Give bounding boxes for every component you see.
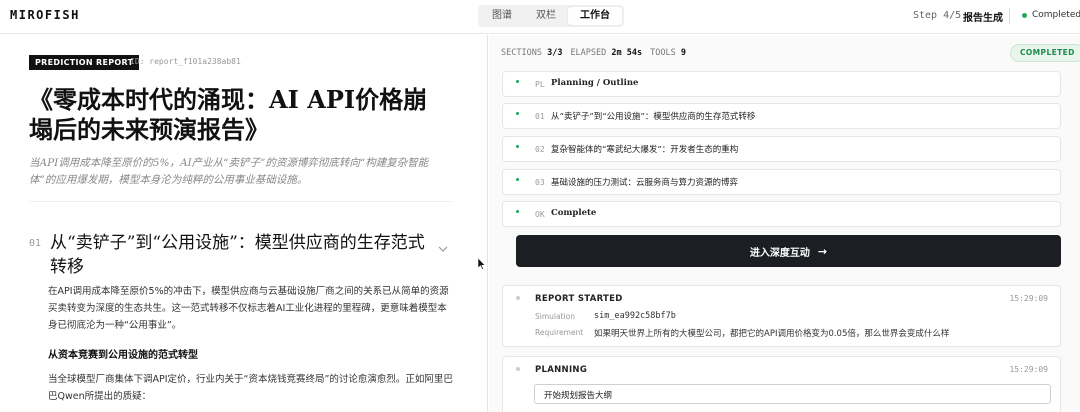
simulation-value: sim_ea992c58bf7b: [594, 311, 676, 321]
outline-item-number: 03: [535, 178, 545, 187]
cta-label: 进入深度互动: [749, 247, 810, 259]
timeline-dot-icon: [516, 296, 520, 300]
top-bar: MIROFISH 图谱 双栏 工作台 Step 4/5 报告生成 Complet…: [0, 0, 1080, 34]
outline-item-label: Planning / Outline: [551, 78, 639, 88]
app-logo[interactable]: MIROFISH: [10, 8, 80, 22]
arrow-right-icon: →: [817, 244, 828, 258]
timeline-dot-icon: [516, 367, 520, 371]
outline-item-number: 01: [535, 112, 545, 121]
outline-item-01[interactable]: 01 从“卖铲子”到“公用设施”：模型供应商的生存范式转移: [502, 103, 1061, 129]
status-dot-icon: [516, 145, 519, 148]
tools-label: TOOLS: [650, 48, 676, 58]
outline-item-complete[interactable]: OK Complete: [502, 201, 1061, 227]
report-badge: PREDICTION REPORT: [29, 55, 140, 70]
chevron-down-icon[interactable]: [438, 245, 448, 253]
log-title: REPORT STARTED: [535, 294, 623, 304]
outline-item-label: 复杂智能体的“寒武纪大爆发”：开发者生态的重构: [551, 145, 739, 155]
outline-item-label: 从“卖铲子”到“公用设施”：模型供应商的生存范式转移: [551, 112, 756, 122]
tab-workbench[interactable]: 工作台: [568, 7, 622, 25]
simulation-label: Simulation: [535, 312, 575, 321]
log-time: 15:29:09: [1009, 294, 1048, 303]
elapsed-value: 2m 54s: [611, 48, 643, 58]
log-title: PLANNING: [535, 365, 588, 375]
enter-deep-interaction-button[interactable]: 进入深度互动 →: [516, 235, 1061, 267]
status-text: Completed: [1032, 10, 1080, 20]
outline-item-number: 02: [535, 145, 545, 154]
status-indicator: Completed: [1022, 10, 1080, 20]
log-report-started: REPORT STARTED 15:29:09 Simulation sim_e…: [502, 285, 1061, 347]
report-id: ID: report_f101a238ab81: [130, 57, 241, 66]
tools-value: 9: [680, 48, 686, 58]
step-indicator: Step 4/5: [913, 10, 962, 21]
status-dot-icon: [516, 178, 519, 181]
divider: [29, 201, 452, 202]
status-dot-icon: [516, 112, 519, 115]
section-paragraph-2: 当全球模型厂商集体下调API定价，行业内关于“资本烧钱竞赛终局”的讨论愈演愈烈。…: [48, 374, 453, 402]
outline-item-02[interactable]: 02 复杂智能体的“寒武纪大爆发”：开发者生态的重构: [502, 136, 1061, 162]
elapsed-label: ELAPSED: [570, 48, 607, 58]
status-dot-icon: [1022, 12, 1027, 18]
section-number: 01: [29, 238, 42, 249]
log-time: 15:29:09: [1009, 365, 1048, 374]
tab-graph[interactable]: 图谱: [480, 7, 524, 25]
section-title[interactable]: 从“卖铲子”到“公用设施”：模型供应商的生存范式转移: [50, 231, 430, 279]
status-dot-icon: [516, 80, 519, 83]
completed-badge: COMPLETED: [1010, 44, 1080, 62]
report-title: 《零成本时代的涌现：AI API价格崩塌后的未来预演报告》: [29, 85, 428, 144]
outline-item-03[interactable]: 03 基础设施的压力测试：云服务商与算力资源的博弈: [502, 169, 1061, 195]
sections-label: SECTIONS: [501, 48, 542, 58]
outline-item-number: PL: [535, 80, 545, 89]
outline-item-label: Complete: [551, 208, 597, 218]
requirement-label: Requirement: [535, 328, 584, 337]
progress-stats: SECTIONS 3/3 ELAPSED 2m 54s TOOLS 9: [501, 48, 686, 58]
outline-item-number: OK: [535, 210, 545, 219]
section-paragraph: 在API调用成本降至原价5%的冲击下，模型供应商与云基础设施厂商之间的关系已从简…: [48, 286, 449, 331]
header-divider: [1009, 8, 1010, 24]
log-planning: PLANNING 15:29:09 开始规划报告大纲: [502, 356, 1061, 412]
mouse-cursor-icon: [478, 258, 486, 270]
outline-item-planning[interactable]: PL Planning / Outline: [502, 71, 1061, 97]
status-dot-icon: [516, 210, 519, 213]
report-subtitle: 当API调用成本降至原价的5%，AI产业从“卖铲子”的资源博弈彻底转向“构建复杂…: [29, 157, 429, 186]
section-subheading: 从资本竞赛到公用设施的范式转型: [48, 350, 198, 361]
view-tabs: 图谱 双栏 工作台: [478, 5, 624, 27]
tab-split[interactable]: 双栏: [524, 7, 568, 25]
workbench-panel[interactable]: SECTIONS 3/3 ELAPSED 2m 54s TOOLS 9 COMP…: [489, 35, 1080, 412]
step-name: 报告生成: [963, 13, 1003, 24]
outline-item-label: 基础设施的压力测试：云服务商与算力资源的博弈: [551, 178, 739, 188]
planning-message: 开始规划报告大纲: [534, 384, 1051, 404]
requirement-value: 如果明天世界上所有的大模型公司，都把它的API调用价格变为0.05倍，那么世界会…: [594, 329, 950, 339]
report-panel[interactable]: PREDICTION REPORT ID: report_f101a238ab8…: [0, 35, 488, 412]
sections-value: 3/3: [547, 48, 563, 58]
